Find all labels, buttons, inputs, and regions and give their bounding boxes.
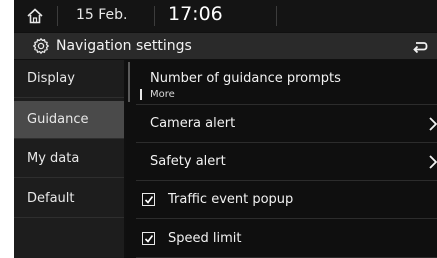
divider: [276, 6, 277, 26]
checkmark-icon: [144, 195, 153, 204]
traffic-event-popup-label: Traffic event popup: [168, 192, 294, 207]
speed-limit-checkbox[interactable]: [142, 232, 155, 245]
safety-alert-row[interactable]: Safety alert: [136, 143, 437, 181]
menu-item-guidance[interactable]: Guidance: [14, 101, 124, 139]
page-title: Navigation settings: [56, 38, 192, 54]
settings-list: Number of guidance prompts More Camera a…: [126, 60, 437, 258]
menu-item-label: Display: [27, 71, 75, 86]
camera-alert-row[interactable]: Camera alert: [136, 105, 437, 143]
home-icon: [27, 8, 43, 24]
home-button[interactable]: [16, 1, 54, 31]
back-arrow-icon: [413, 42, 428, 53]
back-button[interactable]: [401, 33, 437, 59]
guidance-prompts-label: Number of guidance prompts: [150, 71, 341, 86]
value-marker: [140, 89, 142, 100]
status-time: 17:06: [168, 3, 223, 25]
traffic-event-popup-row[interactable]: Traffic event popup: [136, 181, 437, 219]
traffic-event-popup-checkbox[interactable]: [142, 193, 155, 206]
guidance-prompts-row[interactable]: Number of guidance prompts More: [136, 64, 437, 105]
guidance-prompts-value: More: [150, 89, 175, 100]
status-bar: 15 Feb. 17:06: [14, 0, 437, 32]
checkmark-icon: [144, 234, 153, 243]
menu-item-default[interactable]: Default: [14, 180, 124, 218]
safety-alert-label: Safety alert: [150, 154, 226, 169]
chevron-right-icon: [429, 155, 437, 169]
menu-item-display[interactable]: Display: [14, 60, 124, 98]
menu-item-label: My data: [27, 151, 80, 166]
settings-menu: Display Guidance My data Default: [14, 60, 124, 258]
status-date: 15 Feb.: [76, 7, 128, 23]
menu-item-my-data[interactable]: My data: [14, 140, 124, 178]
divider: [154, 6, 155, 26]
divider: [57, 6, 58, 26]
nav-settings-screen: 15 Feb. 17:06 Navigation settings Displa…: [14, 0, 437, 258]
title-bar: Navigation settings: [14, 33, 437, 59]
gear-icon: [32, 37, 50, 55]
scrollbar[interactable]: [128, 62, 130, 102]
speed-limit-label: Speed limit: [168, 231, 242, 246]
chevron-right-icon: [429, 117, 437, 131]
camera-alert-label: Camera alert: [150, 116, 236, 131]
menu-item-label: Guidance: [27, 112, 89, 127]
menu-item-label: Default: [27, 191, 75, 206]
speed-limit-row[interactable]: Speed limit: [136, 220, 437, 258]
